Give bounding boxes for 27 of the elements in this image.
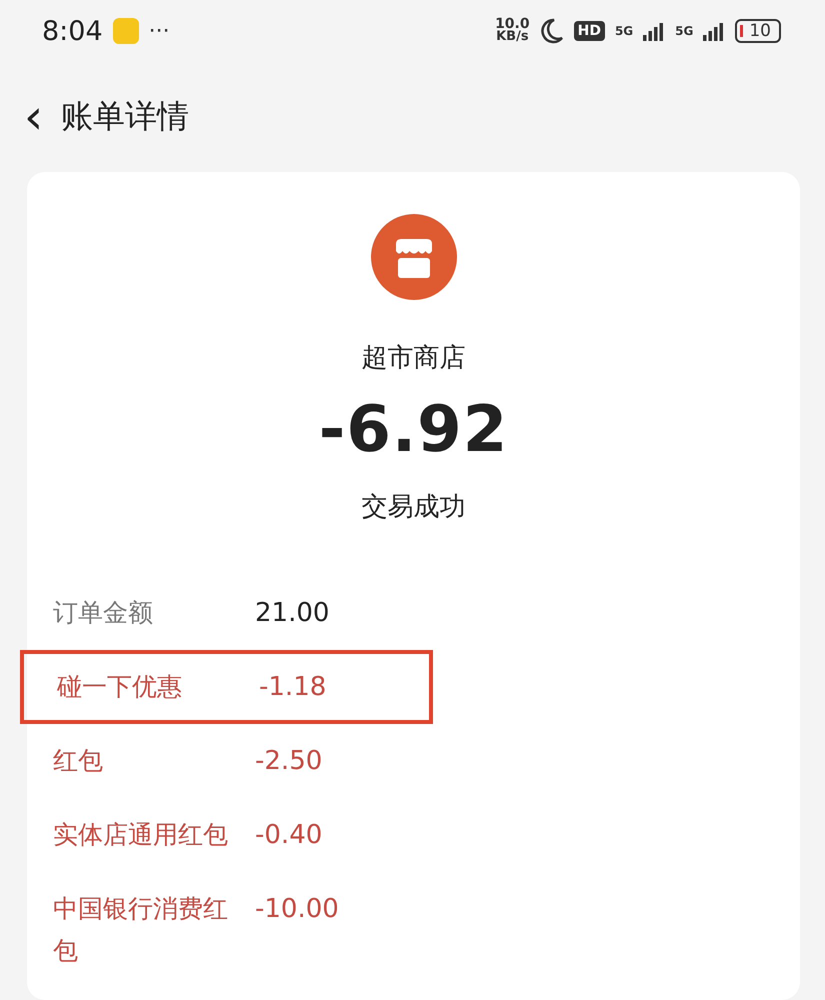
network-speed: 10.0 KB/s bbox=[495, 18, 530, 44]
detail-label: 实体店通用红包 bbox=[53, 819, 229, 851]
detail-value: -1.18 bbox=[259, 671, 326, 704]
app-icon bbox=[112, 18, 139, 44]
detail-label: 碰一下优惠 bbox=[57, 671, 183, 703]
signal-icon bbox=[643, 21, 666, 41]
back-button[interactable]: ‹ bbox=[24, 93, 44, 141]
signal-icon bbox=[703, 21, 726, 41]
status-time: 8:04 bbox=[42, 16, 103, 46]
store-icon bbox=[370, 214, 456, 300]
detail-value: -2.50 bbox=[255, 745, 322, 778]
detail-value: 21.00 bbox=[255, 597, 330, 630]
more-indicator: ··· bbox=[148, 18, 170, 44]
detail-label: 中国银行消费红包 bbox=[53, 893, 229, 967]
detail-value: -0.40 bbox=[255, 819, 322, 852]
page-title: 账单详情 bbox=[61, 96, 190, 137]
battery-indicator: 10 bbox=[735, 19, 781, 43]
hd-badge: HD bbox=[574, 21, 605, 41]
transaction-status: 交易成功 bbox=[362, 491, 466, 524]
detail-label: 订单金额 bbox=[53, 597, 154, 629]
network-label: 5G bbox=[614, 24, 634, 38]
merchant-name: 超市商店 bbox=[362, 342, 466, 375]
network-label: 5G bbox=[675, 24, 694, 38]
moon-icon bbox=[540, 18, 564, 44]
amount: -6.92 bbox=[318, 393, 508, 467]
detail-value: -10.00 bbox=[255, 893, 339, 926]
detail-label: 红包 bbox=[53, 745, 104, 777]
